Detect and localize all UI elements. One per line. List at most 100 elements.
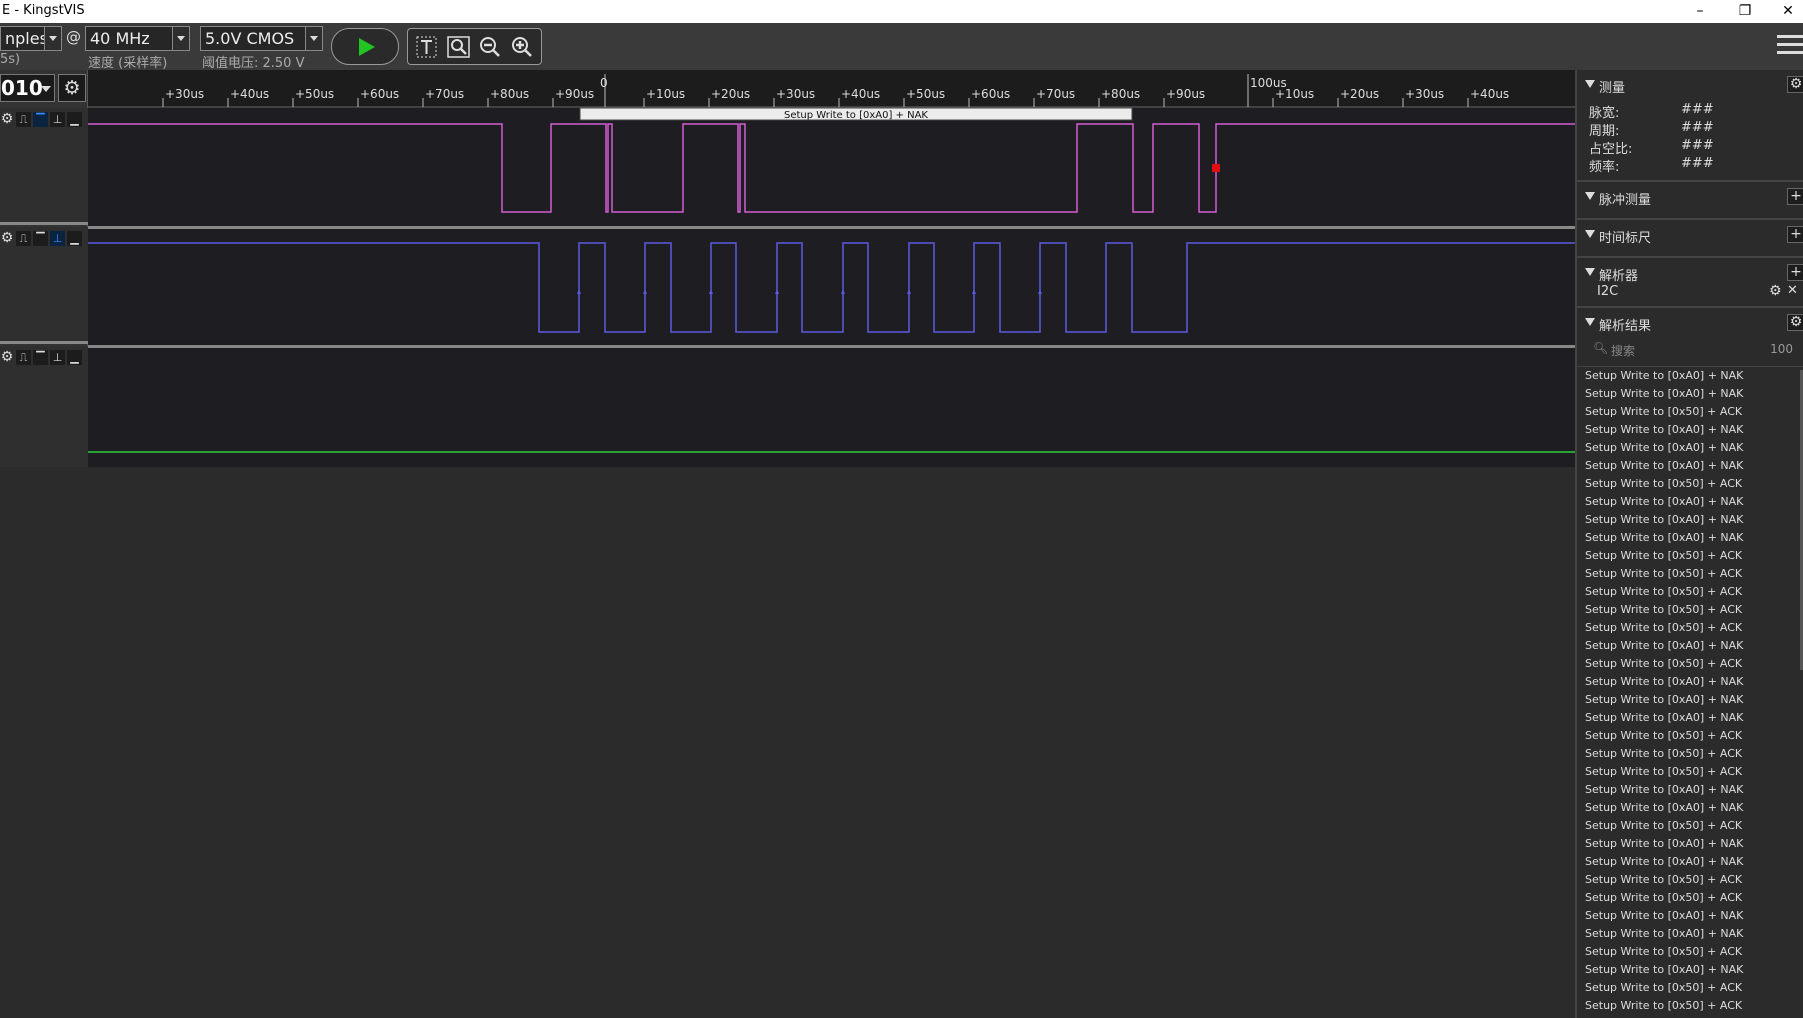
results-section-header[interactable]: 解析结果 ⚙ [1577, 312, 1803, 334]
result-row[interactable]: Setup Write to [0xA0] + NAK [1577, 511, 1803, 529]
result-row[interactable]: Setup Write to [0x50] + ACK [1577, 727, 1803, 745]
restore-button[interactable]: ❐ [1725, 0, 1765, 23]
collapse-arrow-icon[interactable] [1585, 268, 1595, 276]
rising-edge-icon[interactable]: ⎍ [16, 112, 31, 127]
minimize-button[interactable]: – [1680, 0, 1720, 23]
high-level-icon[interactable]: ▔ [33, 112, 48, 127]
result-row[interactable]: Setup Write to [0xA0] + NAK [1577, 961, 1803, 979]
analyzer-item[interactable]: I2C ⚙ ✕ [1597, 283, 1803, 299]
play-icon [359, 38, 375, 56]
collapse-arrow-icon[interactable] [1585, 230, 1595, 238]
low-level-icon[interactable]: ▁ [67, 112, 82, 127]
add-analyzer-button[interactable]: + [1787, 264, 1803, 281]
collapse-arrow-icon[interactable] [1585, 80, 1595, 88]
samples-select[interactable]: nples [0, 26, 62, 51]
result-row[interactable]: Setup Write to [0xA0] + NAK [1577, 691, 1803, 709]
channel-separator[interactable] [88, 226, 1575, 229]
chevron-down-icon [44, 27, 61, 50]
timestamp-section-header[interactable]: 时间标尺 + [1577, 224, 1803, 246]
zoom-in-icon[interactable] [510, 35, 536, 59]
result-row[interactable]: Setup Write to [0xA0] + NAK [1577, 853, 1803, 871]
collapse-arrow-icon[interactable] [1585, 192, 1595, 200]
waveform-canvas[interactable]: +30us +40us +50us +60us +70us +80us +90us 0 +10u… [88, 70, 1575, 467]
results-settings-gear-icon[interactable]: ⚙ [1787, 314, 1803, 331]
rising-edge-icon[interactable]: ⎍ [16, 350, 31, 365]
result-row[interactable]: Setup Write to [0xA0] + NAK [1577, 673, 1803, 691]
gear-icon[interactable]: ⚙ [0, 112, 14, 127]
waveform-area[interactable]: +30us +40us +50us +60us +70us +80us +90us 0 +10u… [88, 70, 1575, 467]
result-row[interactable]: Setup Write to [0x50] + ACK [1577, 817, 1803, 835]
result-row[interactable]: Setup Write to [0x50] + ACK [1577, 619, 1803, 637]
result-row[interactable]: Setup Write to [0x50] + ACK [1577, 547, 1803, 565]
result-row[interactable]: Setup Write to [0xA0] + NAK [1577, 529, 1803, 547]
results-search-input[interactable]: 🔍︎ 搜索 100 [1589, 338, 1801, 362]
result-row[interactable]: Setup Write to [0xA0] + NAK [1577, 367, 1803, 385]
analyzer-gear-icon[interactable]: ⚙ [1769, 283, 1782, 299]
start-button[interactable] [331, 28, 399, 65]
result-row[interactable]: Setup Write to [0xA0] + NAK [1577, 385, 1803, 403]
add-timestamp-button[interactable]: + [1787, 226, 1803, 243]
analyzer-remove-icon[interactable]: ✕ [1787, 283, 1798, 298]
measure-settings-gear-icon[interactable]: ⚙ [1787, 76, 1803, 93]
result-row[interactable]: Setup Write to [0x50] + ACK [1577, 475, 1803, 493]
cursor-marker[interactable] [1212, 164, 1220, 172]
result-row[interactable]: Setup Write to [0xA0] + NAK [1577, 799, 1803, 817]
result-row[interactable]: Setup Write to [0xA0] + NAK [1577, 709, 1803, 727]
result-row[interactable]: Setup Write to [0x50] + ACK [1577, 655, 1803, 673]
analyzer-section-header[interactable]: 解析器 + [1577, 262, 1803, 284]
result-row[interactable]: Setup Write to [0x50] + ACK [1577, 601, 1803, 619]
result-row[interactable]: Setup Write to [0xA0] + NAK [1577, 835, 1803, 853]
high-level-icon[interactable]: ▔ [33, 231, 48, 246]
result-row[interactable]: Setup Write to [0xA0] + NAK [1577, 907, 1803, 925]
results-list[interactable]: Setup Write to [0xA0] + NAK Setup Write t… [1577, 366, 1803, 1018]
result-row[interactable]: Setup Write to [0xA0] + NAK [1577, 781, 1803, 799]
gear-icon[interactable]: ⚙ [0, 350, 14, 365]
channel-count-value: 010 [1, 76, 43, 100]
hamburger-icon[interactable] [1777, 35, 1803, 59]
result-row[interactable]: Setup Write to [0xA0] + NAK [1577, 493, 1803, 511]
view-tools [407, 28, 542, 65]
channel-settings-gear-icon[interactable]: ⚙ [58, 74, 86, 102]
zoom-out-icon[interactable] [478, 35, 504, 59]
measure-title: 测量 [1599, 81, 1626, 96]
result-row[interactable]: Setup Write to [0xA0] + NAK [1577, 439, 1803, 457]
chevron-down-icon [41, 86, 51, 92]
channel-separator[interactable] [88, 345, 1575, 348]
result-row[interactable]: Setup Write to [0x50] + ACK [1577, 943, 1803, 961]
result-row[interactable]: Setup Write to [0x50] + ACK [1577, 979, 1803, 997]
result-row[interactable]: Setup Write to [0x50] + ACK [1577, 403, 1803, 421]
result-row[interactable]: Setup Write to [0x50] + ACK [1577, 871, 1803, 889]
result-row[interactable]: Setup Write to [0xA0] + NAK [1577, 457, 1803, 475]
low-level-icon[interactable]: ▁ [67, 231, 82, 246]
pulse-section-header[interactable]: 脉冲测量 + [1577, 186, 1803, 208]
result-row[interactable]: Setup Write to [0xA0] + NAK [1577, 637, 1803, 655]
sample-rate-select[interactable]: 40 MHz [85, 26, 190, 51]
falling-edge-icon[interactable]: ⊥ [50, 350, 65, 365]
channel-count-select[interactable]: 010 [0, 74, 55, 102]
add-pulse-button[interactable]: + [1787, 188, 1803, 205]
timestamp-title: 时间标尺 [1599, 231, 1652, 246]
result-row[interactable]: Setup Write to [0x50] + ACK [1577, 997, 1803, 1015]
zoom-fit-icon[interactable] [446, 35, 472, 59]
rising-edge-icon[interactable]: ⎍ [16, 231, 31, 246]
measure-row-duty-cycle: 占空比: ### [1589, 138, 1714, 157]
voltage-select[interactable]: 5.0V CMOS [200, 26, 323, 51]
collapse-arrow-icon[interactable] [1585, 318, 1595, 326]
measure-section-header[interactable]: 测量 ⚙ [1577, 74, 1803, 96]
falling-edge-icon[interactable]: ⊥ [50, 231, 65, 246]
low-level-icon[interactable]: ▁ [67, 350, 82, 365]
text-cursor-icon[interactable] [414, 35, 440, 59]
gear-icon[interactable]: ⚙ [0, 231, 14, 246]
result-row[interactable]: Setup Write to [0xA0] + NAK [1577, 925, 1803, 943]
result-row[interactable]: Setup Write to [0x50] + ACK [1577, 889, 1803, 907]
result-row[interactable]: Setup Write to [0x50] + ACK [1577, 565, 1803, 583]
ruler-label: +20us [711, 87, 750, 101]
sample-rate-value: 40 MHz [90, 29, 150, 48]
result-row[interactable]: Setup Write to [0xA0] + NAK [1577, 421, 1803, 439]
high-level-icon[interactable]: ▔ [33, 350, 48, 365]
close-button[interactable]: ✕ [1768, 0, 1803, 23]
result-row[interactable]: Setup Write to [0x50] + ACK [1577, 763, 1803, 781]
result-row[interactable]: Setup Write to [0x50] + ACK [1577, 583, 1803, 601]
falling-edge-icon[interactable]: ⊥ [50, 112, 65, 127]
result-row[interactable]: Setup Write to [0x50] + ACK [1577, 745, 1803, 763]
